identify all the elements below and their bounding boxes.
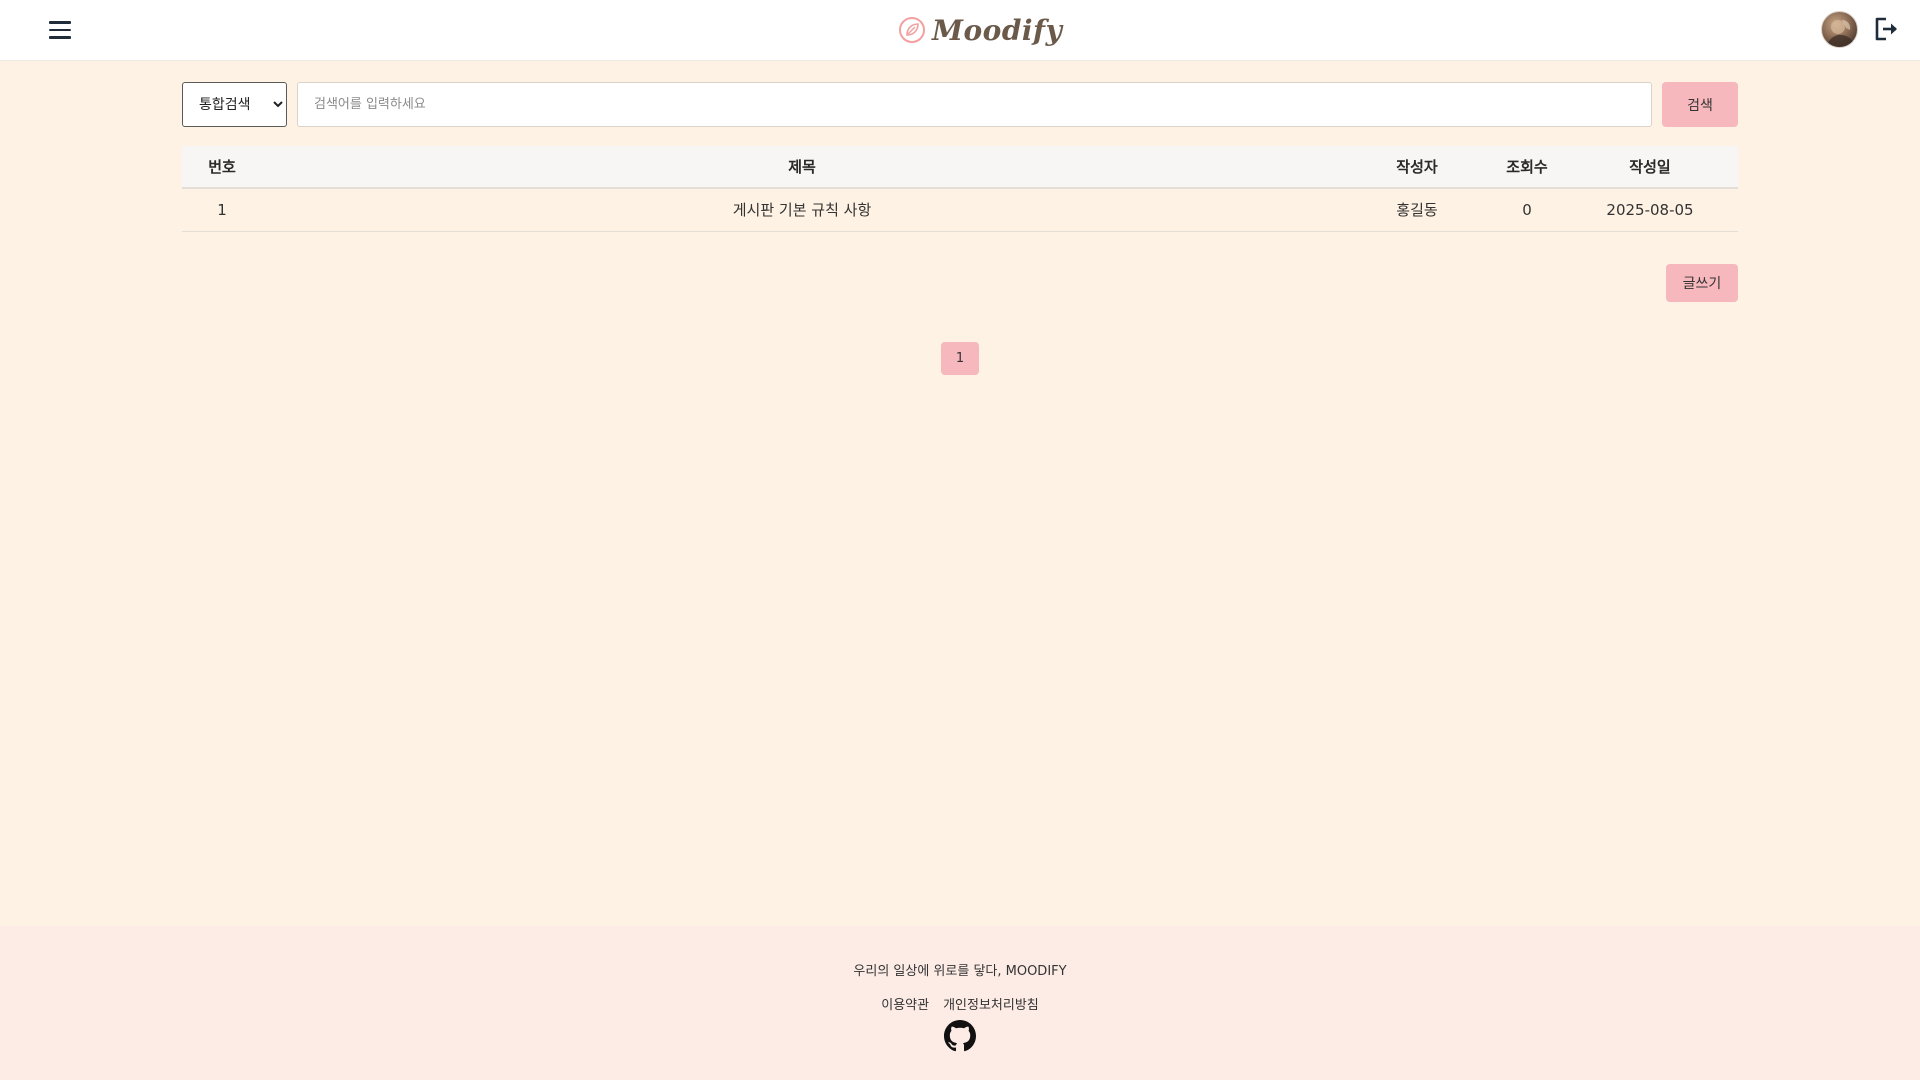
cell-author: 홍길동 (1342, 188, 1492, 232)
brand-name: Moodify (932, 13, 1063, 47)
search-type-select[interactable]: 통합검색 (182, 82, 287, 127)
top-header: Moodify (0, 0, 1920, 61)
hamburger-menu-icon[interactable] (46, 16, 74, 44)
user-avatar[interactable] (1821, 11, 1858, 48)
header-no: 번호 (182, 146, 262, 189)
footer-links: 이용약관 개인정보처리방침 (0, 994, 1920, 1013)
header-views: 조회수 (1492, 146, 1562, 189)
cell-date: 2025-08-05 (1562, 188, 1738, 232)
header-author: 작성자 (1342, 146, 1492, 189)
board-table: 번호 제목 작성자 조회수 작성일 1 게시판 기본 규칙 사항 홍길동 0 2… (182, 146, 1738, 232)
github-icon[interactable] (944, 1020, 976, 1052)
write-post-button[interactable]: 글쓰기 (1666, 264, 1738, 302)
privacy-policy-link[interactable]: 개인정보처리방침 (943, 994, 1039, 1013)
header-date: 작성일 (1562, 146, 1738, 189)
footer-tagline: 우리의 일상에 위로를 닿다, MOODIFY (853, 964, 1067, 979)
footer: 우리의 일상에 위로를 닿다, MOODIFY 이용약관 개인정보처리방침 (0, 926, 1920, 1080)
table-header-row: 번호 제목 작성자 조회수 작성일 (182, 146, 1738, 189)
avatar-image (1826, 20, 1856, 47)
logout-icon[interactable] (1872, 15, 1900, 43)
brand-logo[interactable]: Moodify (898, 8, 1062, 52)
table-row[interactable]: 1 게시판 기본 규칙 사항 홍길동 0 2025-08-05 (182, 188, 1738, 232)
header-title: 제목 (262, 146, 1342, 189)
cell-no: 1 (182, 188, 262, 232)
search-button[interactable]: 검색 (1662, 82, 1738, 127)
search-input[interactable] (297, 82, 1652, 127)
pagination-page-1[interactable]: 1 (941, 342, 979, 375)
cell-views: 0 (1492, 188, 1562, 232)
terms-link[interactable]: 이용약관 (881, 994, 929, 1013)
leaf-logo-icon (899, 17, 925, 43)
cell-title-link[interactable]: 게시판 기본 규칙 사항 (262, 188, 1342, 232)
